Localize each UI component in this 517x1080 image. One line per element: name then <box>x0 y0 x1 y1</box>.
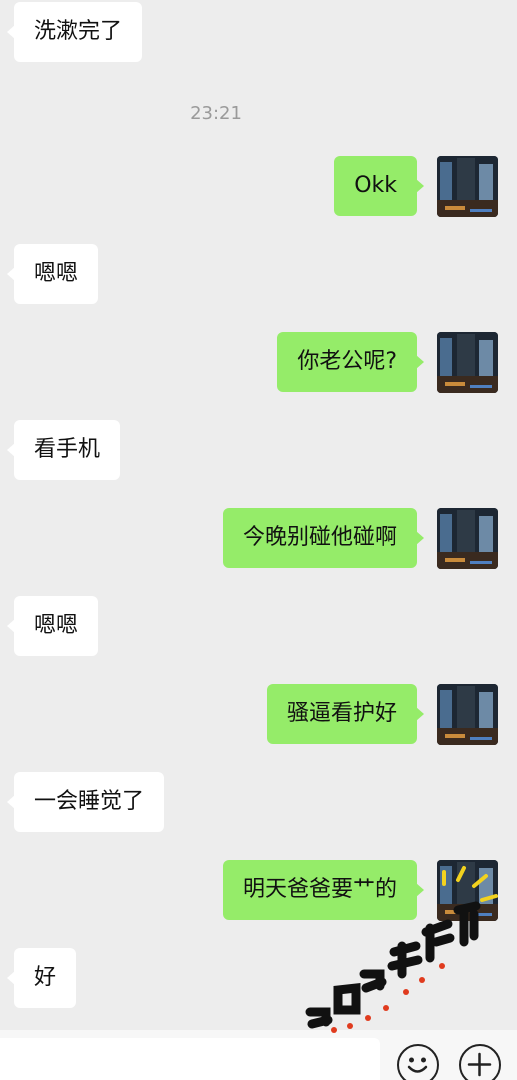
message-bubble-received[interactable]: 好 <box>6 948 77 1008</box>
message-bubble-sent[interactable]: 骚逼看护好 <box>266 684 425 744</box>
message-text: 你老公呢? <box>297 349 397 374</box>
message-text: 洗漱完了 <box>34 19 123 44</box>
avatar[interactable] <box>437 332 498 393</box>
message-bubble-received[interactable]: 一会睡觉了 <box>6 772 165 832</box>
plus-circle-icon <box>467 1052 492 1077</box>
message-text: 嗯嗯 <box>34 261 79 286</box>
avatar-image <box>437 684 498 745</box>
avatar-image <box>437 508 498 569</box>
avatar[interactable] <box>437 508 498 569</box>
message-text: 嗯嗯 <box>34 613 79 638</box>
more-button[interactable] <box>459 1044 501 1080</box>
message-bubble-sent[interactable]: Okk <box>334 156 424 216</box>
message-bubble-received[interactable]: 嗯嗯 <box>6 244 99 304</box>
avatar[interactable] <box>437 684 498 745</box>
avatar-image <box>437 156 498 217</box>
message-text: 好 <box>34 965 57 990</box>
message-bubble-received[interactable]: 看手机 <box>6 420 121 480</box>
avatar[interactable] <box>437 156 498 217</box>
watermark-site: t66ymirror.com <box>185 1053 331 1073</box>
message-text: 今晚别碰他碰啊 <box>242 525 397 550</box>
smiley-face-icon <box>407 1057 428 1073</box>
message-bubble-sent[interactable]: 今晚别碰他碰啊 <box>222 508 425 568</box>
message-text: 骚逼看护好 <box>286 701 397 726</box>
message-bubble-received[interactable]: 洗漱完了 <box>6 2 143 62</box>
avatar-image <box>437 332 498 393</box>
message-bubble-received[interactable]: 嗯嗯 <box>6 596 99 656</box>
emoji-button[interactable] <box>397 1044 439 1080</box>
watermark-stamp <box>305 866 498 1033</box>
message-bubble-sent[interactable]: 你老公呢? <box>277 332 424 392</box>
message-text: Okk <box>354 173 397 198</box>
message-text: 看手机 <box>34 437 101 462</box>
message-text: 一会睡觉了 <box>34 789 145 814</box>
timestamp: 23:21 <box>190 103 242 124</box>
chat-window: 洗漱完了 23:21 Okk 嗯嗯 你老公呢? 看手机 今晚别碰他碰啊 嗯嗯 骚… <box>0 0 517 1080</box>
